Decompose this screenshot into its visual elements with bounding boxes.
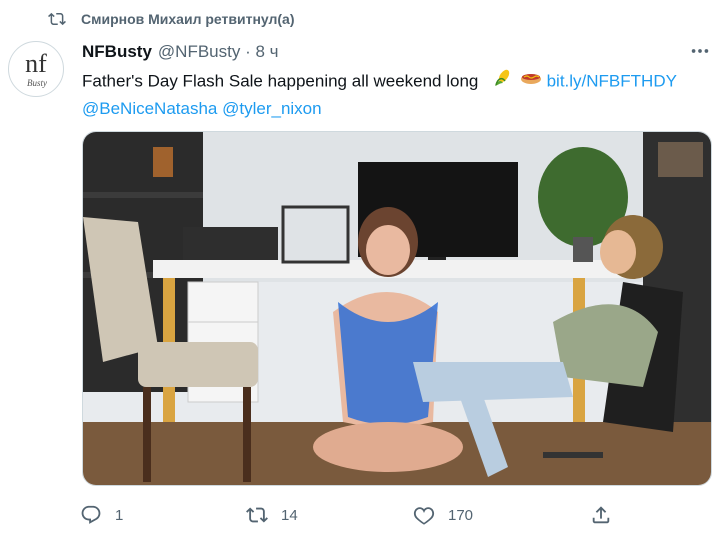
tweet-media[interactable]	[82, 131, 712, 486]
avatar[interactable]: nf Busty	[8, 41, 64, 97]
tweet-header: NFBusty @NFBusty · 8 ч	[82, 41, 278, 63]
reply-button[interactable]: 1	[80, 500, 123, 530]
logo-sub: Busty	[27, 78, 47, 88]
retweet-icon	[48, 12, 66, 26]
heart-icon	[413, 507, 435, 525]
tweet-link[interactable]: bit.ly/NFBFTHDY	[547, 71, 677, 90]
brand-logo: nf Busty	[25, 49, 47, 88]
mention-tyler-nixon[interactable]: @tyler_nixon	[222, 99, 321, 118]
retweeter-label[interactable]: Смирнов Михаил ретвитнул(а)	[81, 11, 295, 27]
mention-benicenatasha[interactable]: @BeNiceNatasha	[82, 99, 217, 118]
retweet-context: Смирнов Михаил ретвитнул(а)	[47, 9, 295, 29]
retweet-count: 14	[281, 506, 298, 524]
retweet-button[interactable]: 14	[246, 500, 298, 530]
like-button[interactable]: 170	[413, 500, 473, 530]
reply-icon	[81, 505, 101, 524]
author-name[interactable]: NFBusty	[82, 42, 152, 62]
tweet-text: Father's Day Flash Sale happening all we…	[82, 68, 712, 122]
promo-photo	[83, 132, 711, 485]
hotdog-emoji	[520, 68, 542, 96]
like-count: 170	[448, 506, 474, 524]
tweet-body: Father's Day Flash Sale happening all we…	[82, 71, 479, 91]
more-icon[interactable]	[689, 40, 711, 62]
share-icon	[592, 506, 610, 524]
author-handle-time[interactable]: @NFBusty · 8 ч	[158, 42, 279, 62]
retweet-icon	[246, 507, 268, 523]
tweet-actions: 1 14 170	[0, 500, 725, 530]
share-button[interactable]	[590, 500, 612, 530]
logo-mark: nf	[25, 49, 47, 78]
corn-emoji	[493, 68, 513, 96]
reply-count: 1	[115, 506, 124, 524]
